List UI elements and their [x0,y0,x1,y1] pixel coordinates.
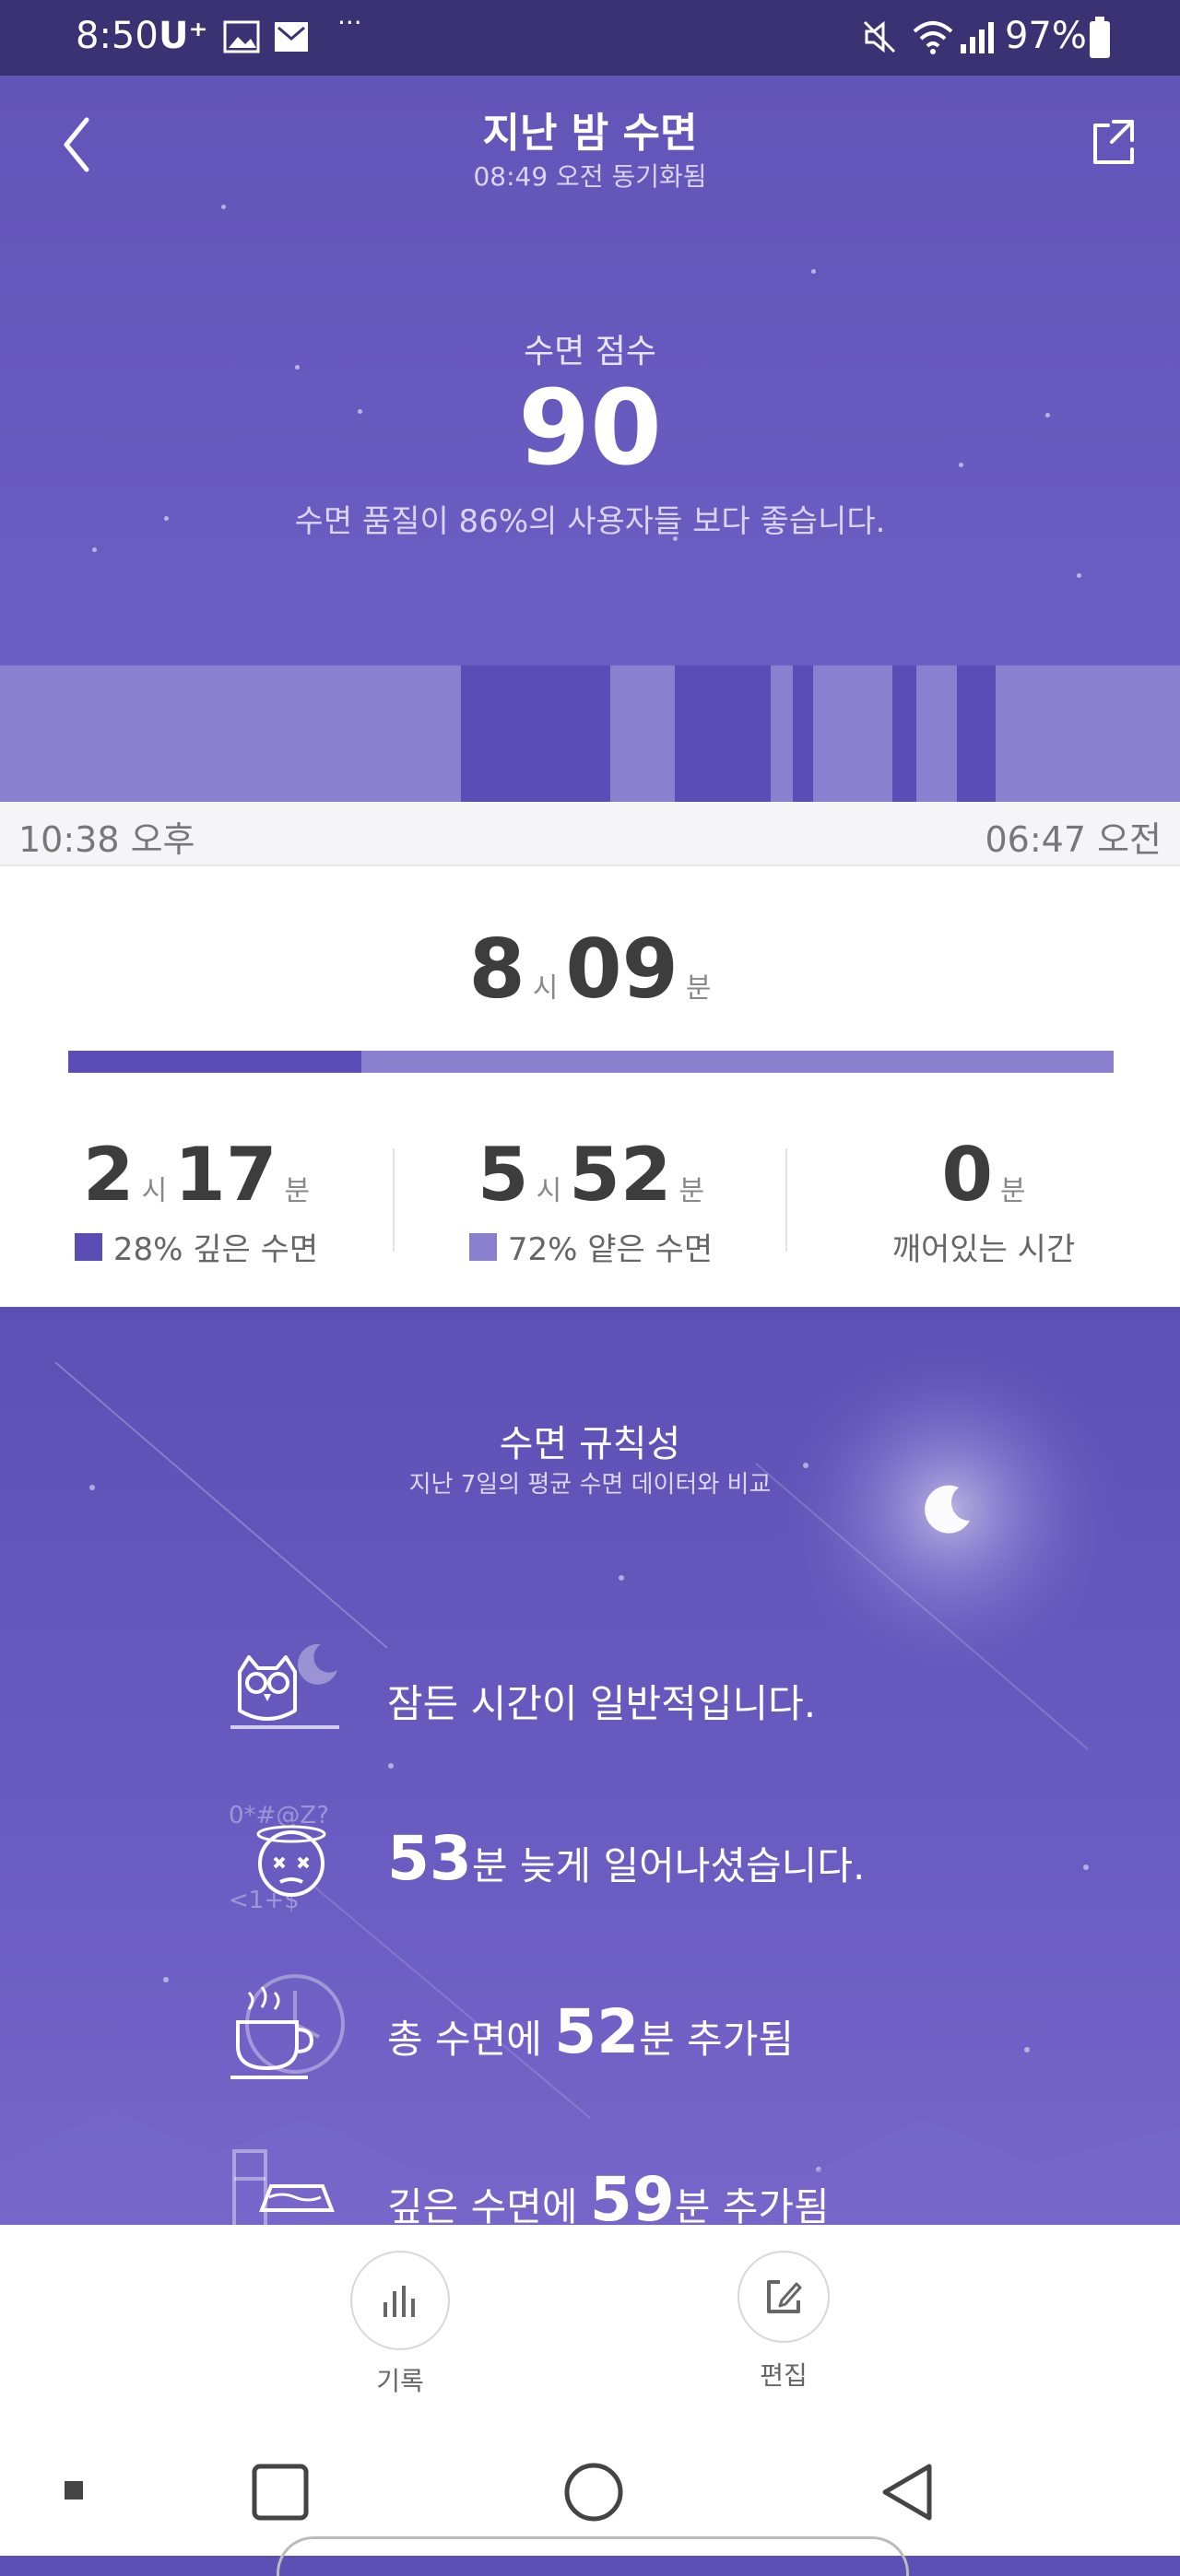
status-time: 8:50 [76,15,159,57]
light-sleep-duration: 5 시 52 분 [395,1132,787,1217]
regularity-row-1: 잠든 시간이 일반적입니다. [387,1661,816,1732]
deep-sleep-label: 28% 깊은 수면 [112,1231,319,1268]
light-hours: 5 [477,1132,529,1217]
row-number: 52 [554,1996,640,2067]
awake-label: 깨어있는 시간 [891,1231,1076,1268]
total-minutes-unit: 분 [685,972,712,1005]
light-minutes-unit: 분 [678,1175,705,1207]
awake-minutes: 0 [941,1132,994,1217]
owl-icon [230,1643,339,1729]
dizzy-face-icon: 0*#@Z? <1+$ [229,1802,329,1914]
row-prefix: 깊은 수면에 [387,2184,590,2225]
system-navigation-bar [0,2433,1180,2576]
bedside-lamp-icon [232,2149,335,2225]
row-text: 분 추가됨 [639,2017,795,2062]
regularity-subtitle: 지난 7일의 평균 수면 데이터와 비교 [408,1471,772,1499]
deep-hours-unit: 시 [141,1175,168,1207]
light-sleep-legend: 72% 얕은 수면 [395,1224,787,1269]
deep-sleep-ratio-fill [68,1051,361,1073]
share-icon[interactable] [1090,116,1138,168]
deep-sleep-legend: 28% 깊은 수면 [0,1224,393,1269]
signal-icon [961,22,994,53]
total-hours: 8 [468,922,525,1017]
edit-button[interactable] [738,2251,830,2343]
carrier-label: U⁺ [159,15,208,57]
light-sleep-label: 72% 얕은 수면 [507,1231,714,1268]
deep-sleep-segment [957,665,996,802]
awake-duration: 0분 [787,1132,1180,1217]
awake-minutes-unit: 분 [1000,1175,1026,1207]
home-icon[interactable] [562,2461,625,2523]
bar-chart-icon [384,2286,415,2317]
back-nav-icon[interactable] [878,2461,937,2523]
row-number: 53 [387,1823,472,1894]
deep-minutes: 17 [174,1132,277,1217]
deep-minutes-unit: 분 [284,1175,311,1207]
gesture-handle [277,2536,909,2576]
total-hours-unit: 시 [532,972,559,1005]
sleep-start-time: 10:38 오후 [18,819,195,860]
deep-sleep-segment [793,665,813,802]
sync-status: 08:49 오전 동기화됨 [473,161,707,192]
deep-sleep-swatch [74,1232,102,1261]
mail-icon [275,22,308,52]
sleep-stage-timeline [0,665,1180,802]
total-sleep-duration: 8 시09 분 [0,922,1180,1017]
light-hours-unit: 시 [536,1175,562,1207]
regularity-row-4: 깊은 수면에 59분 추가됨 [387,2164,830,2225]
more-notifications-icon: ··· [337,7,362,38]
recent-apps-icon[interactable] [251,2463,310,2522]
edit-label: 편집 [760,2360,808,2391]
sleep-summary: 8 시09 분 2 시 17 분 28% 깊은 수면 5 시 52 분 72% 얕은 수면 0분… [0,866,1180,1307]
row-text: 분 추가됨 [674,2184,830,2225]
deep-sleep-segment [461,665,610,802]
sleep-regularity-section: 수면 규칙성 지난 7일의 평균 수면 데이터와 비교 잠든 시간이 일반적입니… [0,1307,1180,2225]
notification-dot-icon[interactable] [65,2481,83,2500]
deep-hours: 2 [82,1132,135,1217]
page-title: 지난 밤 수면 [482,110,698,157]
row-text: 잠든 시간이 일반적입니다. [387,1681,817,1726]
deep-sleep-segment [892,665,916,802]
light-sleep-swatch [468,1232,497,1261]
light-minutes: 52 [569,1132,672,1217]
timeline-labels: 10:38 오후 06:47 오전 [0,802,1180,866]
mute-icon [863,20,896,53]
awake-legend: 깨어있는 시간 [787,1224,1180,1269]
history-button[interactable] [350,2251,450,2350]
wifi-icon [913,21,953,54]
regularity-row-3: 총 수면에 52분 추가됨 [387,1996,794,2067]
row-text: 분 늦게 일어나셨습니다. [471,1843,866,1888]
status-bar: 8:50 U⁺ ··· 97% [0,0,1180,76]
bottom-action-bar: 기록 편집 [0,2225,1180,2433]
regularity-row-2: 53분 늦게 일어나셨습니다. [387,1823,865,1894]
deep-sleep-duration: 2 시 17 분 [0,1132,393,1217]
deep-sleep-segment [675,665,771,802]
sleep-ratio-bar [68,1051,1114,1073]
history-label: 기록 [376,2366,424,2396]
gallery-icon [223,20,260,53]
regularity-title: 수면 규칙성 [499,1423,681,1465]
score-label: 수면 점수 [524,333,656,371]
score-description: 수면 품질이 86%의 사용자들 보다 좋습니다. [294,503,886,540]
coffee-cup-icon [230,1974,345,2079]
svg-text:0*#@Z?: 0*#@Z? [229,1802,329,1829]
total-minutes: 09 [565,922,678,1017]
row-prefix: 총 수면에 [387,2017,555,2062]
score-value: 90 [518,369,662,488]
row-number: 59 [589,2164,675,2225]
battery-icon [1090,17,1110,58]
battery-percent: 97% [1005,15,1087,57]
sleep-score-hero: 지난 밤 수면 08:49 오전 동기화됨 수면 점수 90 수면 품질이 86… [0,76,1180,802]
edit-icon [767,2280,802,2313]
sleep-end-time: 06:47 오전 [985,819,1162,860]
